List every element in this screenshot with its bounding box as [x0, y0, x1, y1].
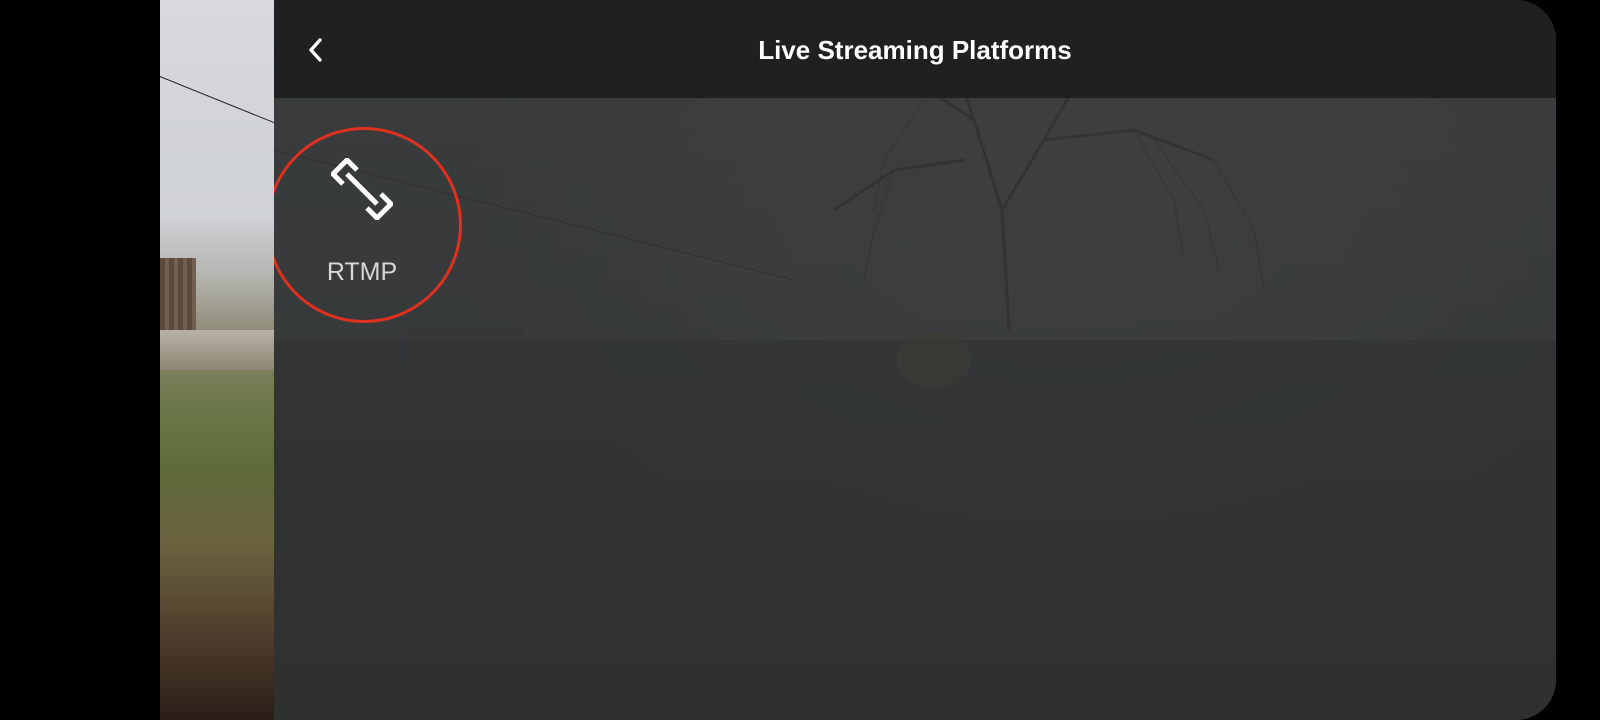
link-icon — [331, 158, 393, 220]
background-scenery — [274, 0, 1556, 720]
screen: Live Streaming Platforms RTMP — [0, 0, 1600, 720]
camera-preview — [160, 0, 280, 720]
camera-wire — [160, 76, 280, 126]
page-title: Live Streaming Platforms — [758, 35, 1072, 65]
camera-fence — [160, 258, 196, 338]
streaming-platforms-panel: Live Streaming Platforms RTMP — [274, 0, 1556, 720]
header-bar: Live Streaming Platforms — [274, 0, 1556, 98]
platform-label: RTMP — [326, 258, 398, 286]
camera-wall — [160, 330, 280, 370]
platform-rtmp[interactable]: RTMP — [274, 132, 450, 322]
